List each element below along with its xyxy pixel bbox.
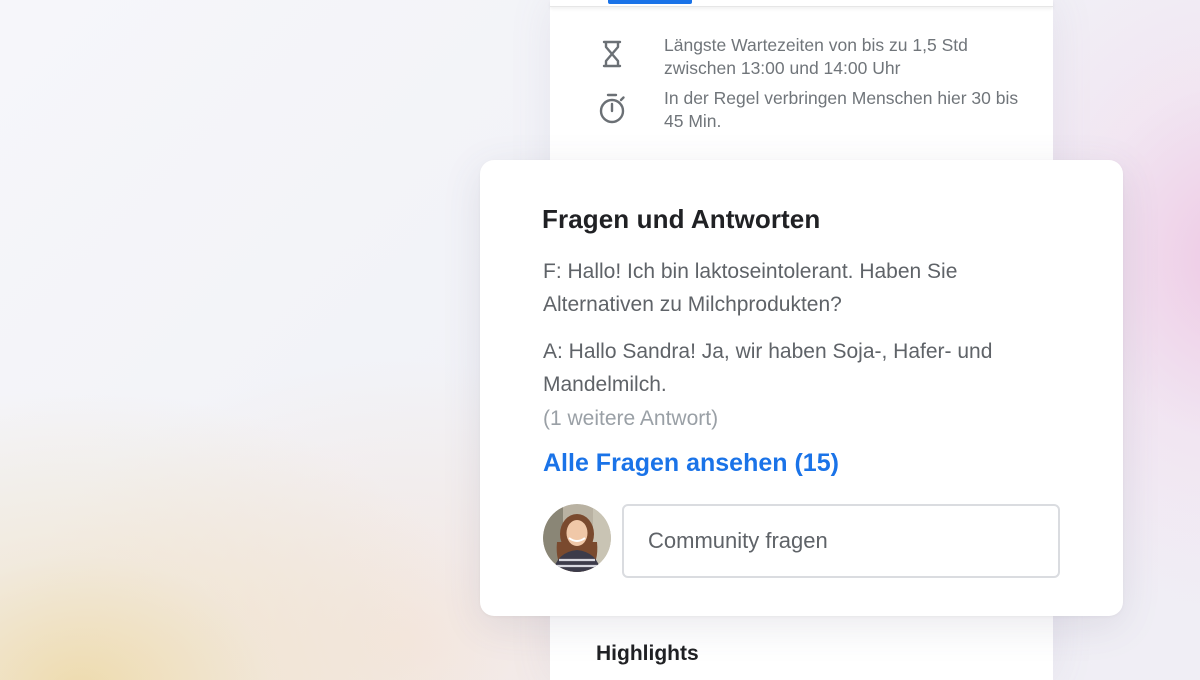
active-tab-indicator — [608, 0, 692, 4]
all-questions-link[interactable]: Alle Fragen ansehen (15) — [543, 449, 839, 478]
hourglass-icon — [596, 38, 628, 70]
answer-text: A: Hallo Sandra! Ja, wir haben Soja-, Ha… — [543, 340, 993, 396]
visit-duration-text: In der Regel verbringen Menschen hier 30… — [664, 88, 1019, 131]
more-answers-link[interactable]: (1 weitere Antwort) — [543, 402, 718, 435]
wait-time-text: Längste Wartezeiten von bis zu 1,5 Std z… — [664, 35, 968, 78]
highlights-heading: Highlights — [596, 642, 699, 665]
stopwatch-icon — [596, 93, 628, 125]
question-text: F: Hallo! Ich bin laktoseintolerant. Hab… — [543, 260, 958, 316]
questions-answers-card: Fragen und Antworten F: Hallo! Ich bin l… — [480, 160, 1123, 616]
card-title: Fragen und Antworten — [542, 204, 821, 234]
tab-bar — [550, 0, 1053, 7]
avatar — [543, 504, 611, 572]
ask-community-input[interactable] — [622, 504, 1060, 578]
